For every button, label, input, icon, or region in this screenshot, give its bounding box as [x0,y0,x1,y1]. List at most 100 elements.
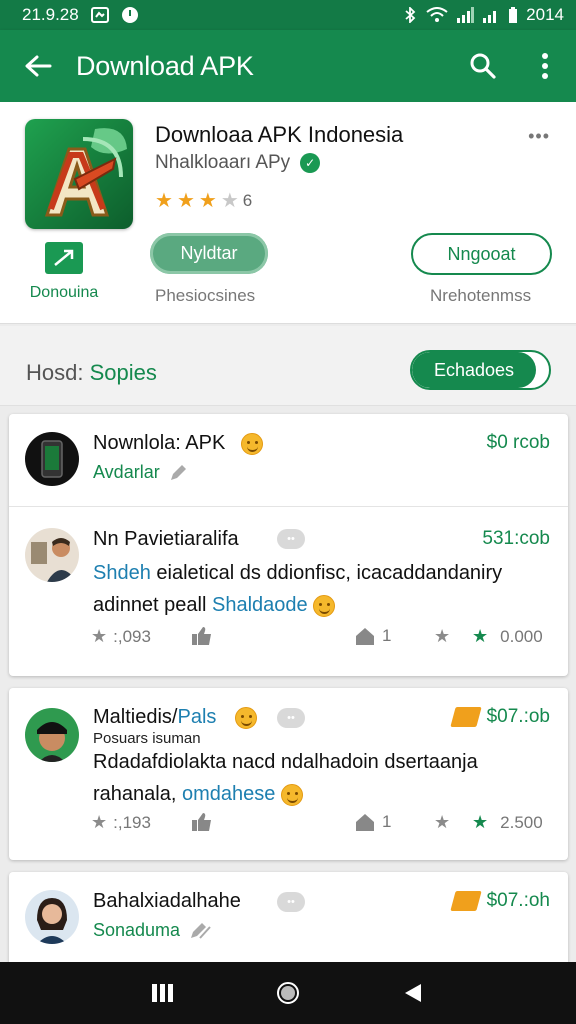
overflow-menu-button[interactable] [514,30,576,102]
star-green-icon: ★ [472,812,489,832]
review-line: eialetical ds ddionfisc, icacaddandaniry [150,562,503,584]
review-card: Bahalxiadalhahe •• $07.:oh Sonaduma [9,872,568,972]
smiley-icon [280,783,303,806]
favorite-star[interactable]: ★ [434,812,450,833]
review-line: adinnet peall [93,594,212,616]
developer-name: Nhalkloaarı APy [155,152,291,173]
bluetooth-icon [402,7,418,23]
filter-label: Hosd: Sopies [26,360,157,386]
like-button[interactable] [191,626,213,646]
recents-icon [151,984,173,1002]
share-count[interactable]: 1 [354,812,391,832]
divider [9,506,568,507]
app-rating: ★ ★ ★ ★ 6 [155,188,252,213]
system-nav-bar [0,962,576,1024]
secondary-subtitle: Nrehotenmss [430,286,532,305]
star-icon: ★ [91,812,108,832]
star-count[interactable]: ★:,193 [91,812,151,833]
notification-icon [90,7,109,23]
app-name: Downloaa APK Indonesia [155,122,404,147]
star-icon: ★ [434,812,451,832]
like-button[interactable] [191,812,213,832]
reviewer-subtitle: Posuars isuman [93,730,201,747]
edit-pencil-icon [170,464,186,480]
rating-count: 6 [242,190,253,210]
smiley-icon [313,594,336,617]
filter-toggle[interactable]: Echadoes [410,350,551,390]
reviewer-badge: •• [277,529,305,549]
review-price-text: $07.:oh [486,890,550,911]
thumbs-up-icon [192,813,211,831]
sync-icon [121,6,139,24]
app-bar: Download APK [0,30,576,102]
quick-action-label: Donouina [29,284,99,301]
thumbs-up-icon [192,627,211,645]
install-subtitle: Phesiocsines [155,286,256,305]
reviewer-name: Nn Pavietiaralifa [93,528,239,550]
signal-icon [456,7,475,23]
review-price: $07.:ob [449,706,550,728]
smiley-icon [241,433,263,455]
back-button[interactable] [0,30,76,102]
row-price: $0 rcob [487,432,550,454]
verified-badge-icon: ✓ [300,153,321,173]
review-body: Rdadafdiolakta nacd ndalhadoin dsertaanj… [93,746,553,810]
home-button[interactable] [258,962,318,1024]
review-price: 531:cob [482,528,550,550]
app-icon[interactable] [25,119,133,229]
star-filled-icon: ★ [198,190,217,212]
avatar[interactable] [25,432,79,486]
share-count-text: 1 [382,812,392,831]
review-metrics: ★:,193 1 ★ ★ 2.500 [9,812,568,842]
row-subtitle: Avdarlar [93,462,188,483]
star-count[interactable]: ★:,093 [91,626,151,647]
star-filled-icon: ★ [176,190,195,212]
avatar[interactable] [25,708,79,762]
install-button[interactable]: Nyldtar [150,233,268,274]
nav-back-button[interactable] [383,962,443,1024]
reviewer-name: Maltiedis/Pals [93,706,216,729]
app-header-card: Downloaa APK Indonesia Nhalkloaarı APy ✓… [0,102,576,324]
row-subtitle: Sonaduma [93,920,214,941]
reviewer-badge: •• [277,892,305,912]
price-tag-icon [449,707,482,727]
star-count-text: :,193 [113,812,151,832]
review-link[interactable]: Shaldaode [212,594,308,616]
filter-label-value[interactable]: Sopies [90,360,157,385]
score: ★ 0.000 [472,626,543,647]
search-button[interactable] [452,30,514,102]
row-price-text: $0 rcob [486,432,550,453]
quick-action-button[interactable]: Donouina [22,242,106,302]
wifi-icon [426,7,448,23]
more-vert-icon [542,53,548,79]
app-developer[interactable]: Nhalkloaarı APy ✓ [155,152,321,174]
score-text: 2.500 [500,812,543,832]
edit-pencil-icon [191,922,211,939]
star-green-icon: ★ [472,626,489,646]
star-empty-icon: ★ [220,190,239,212]
review-price-text: $07.:ob [486,706,550,727]
filter-bar: Hosd: Sopies Echadoes [0,326,576,406]
home-icon [276,982,299,1004]
review-link[interactable]: omdahese [182,783,275,805]
review-link[interactable]: Shdeh [93,562,151,584]
review-card: Nownlola: APK Avdarlar $0 rcob Nn Paviet… [9,414,568,676]
avatar[interactable] [25,528,79,582]
favorite-star[interactable]: ★ [434,626,450,647]
score-text: 0.000 [500,626,543,646]
status-battery-text: 2014 [526,5,564,24]
share-count[interactable]: 1 [354,626,391,646]
review-line: rahanala, [93,783,182,805]
review-price-text: 531:cob [482,528,550,549]
price-tag-icon [449,891,482,911]
avatar[interactable] [25,890,79,944]
recents-button[interactable] [133,962,193,1024]
review-line: Rdadafdiolakta nacd ndalhadoin dsertaanj… [93,751,478,773]
signal-icon-2 [482,7,500,23]
share-icon [356,814,374,831]
reviewer-name: Bahalxiadalhahe [93,890,241,912]
star-count-text: :,093 [113,626,151,646]
status-time: 21.9.28 [22,5,79,24]
more-horiz-icon[interactable]: ••• [528,126,550,147]
secondary-button[interactable]: Nngooat [411,233,552,275]
